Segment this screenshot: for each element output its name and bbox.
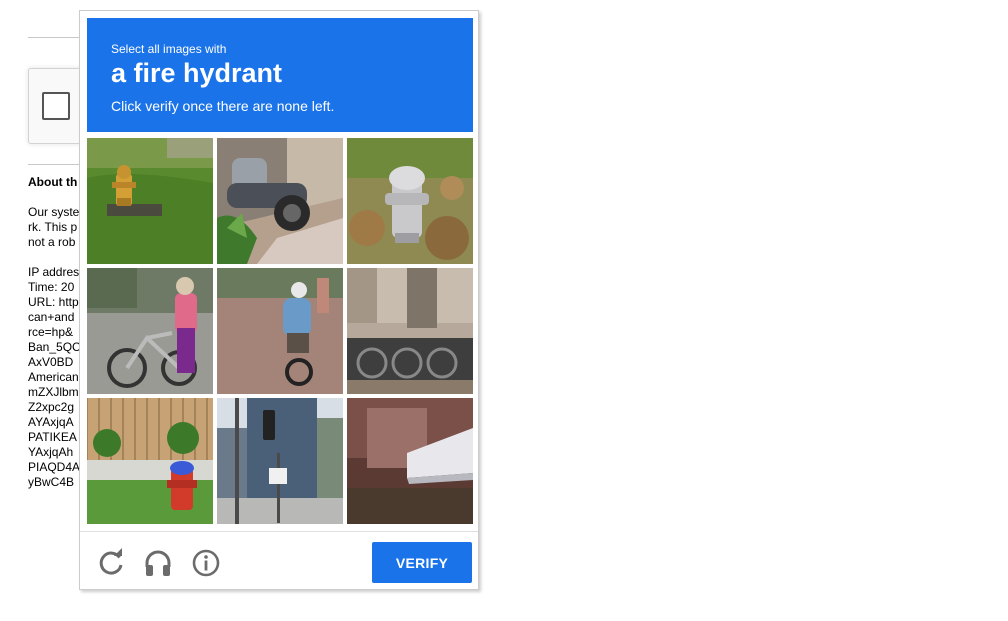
tile-image xyxy=(347,138,473,264)
image-tile-5[interactable] xyxy=(217,268,343,394)
tile-image xyxy=(87,268,213,394)
target-object: a fire hydrant xyxy=(111,58,283,88)
image-tile-9[interactable] xyxy=(347,398,473,524)
image-tile-4[interactable] xyxy=(87,268,213,394)
tile-image xyxy=(217,268,343,394)
divider xyxy=(80,531,478,532)
challenge-header: Select all images with a fire hydrant Cl… xyxy=(87,18,473,132)
info-icon[interactable] xyxy=(190,547,222,579)
headphones-icon[interactable] xyxy=(142,547,174,579)
image-challenge-dialog: Select all images with a fire hydrant Cl… xyxy=(79,10,479,590)
image-tile-6[interactable] xyxy=(347,268,473,394)
image-tile-1[interactable] xyxy=(87,138,213,264)
image-tile-3[interactable] xyxy=(347,138,473,264)
tile-image xyxy=(87,398,213,524)
tile-image xyxy=(217,398,343,524)
tile-image xyxy=(347,398,473,524)
tile-image xyxy=(347,268,473,394)
recaptcha-checkbox[interactable] xyxy=(42,92,70,120)
verify-button[interactable]: VERIFY xyxy=(372,542,472,583)
image-grid xyxy=(87,138,473,524)
request-info: IP addres Time: 20 URL: http can+and rce… xyxy=(28,265,81,489)
about-heading: About th xyxy=(28,175,78,189)
tile-image xyxy=(217,138,343,264)
instruction-small: Select all images with xyxy=(111,42,227,56)
image-tile-2[interactable] xyxy=(217,138,343,264)
image-tile-7[interactable] xyxy=(87,398,213,524)
image-tile-8[interactable] xyxy=(217,398,343,524)
reload-icon[interactable] xyxy=(95,547,127,579)
about-paragraph: Our syste rk. This p not a rob xyxy=(28,205,80,249)
tile-image xyxy=(87,138,213,264)
instruction-sub: Click verify once there are none left. xyxy=(111,98,335,114)
